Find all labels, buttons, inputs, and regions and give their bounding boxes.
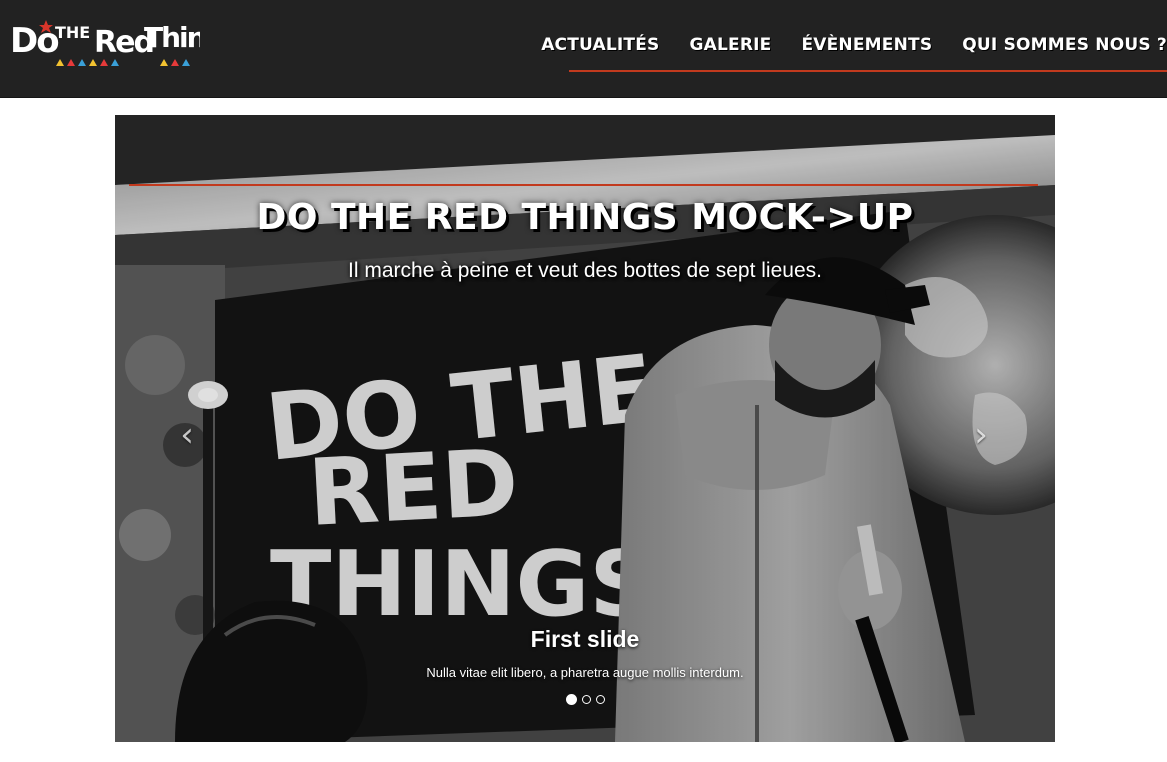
carousel-indicator-3[interactable]: [595, 695, 605, 704]
slide-caption-title: First slide: [530, 626, 640, 652]
svg-text:Do: Do: [10, 21, 58, 61]
carousel-next-button[interactable]: ›: [961, 415, 1001, 455]
nav-item-galerie[interactable]: GALERIE: [689, 30, 771, 60]
hero-carousel: DO THE RED THINGS DO THE RED THINGS: [115, 115, 1055, 742]
slide-caption: First slide Nulla vitae elit libero, a p…: [115, 625, 1055, 680]
brand-logo[interactable]: Do THE Red Thing: [10, 16, 200, 70]
brand-logo-image: Do THE Red Thing: [10, 20, 200, 66]
nav-item-evenements[interactable]: ÉVÈNEMENTS: [801, 30, 932, 60]
chevron-left-icon: ‹: [180, 415, 194, 455]
slide-caption-text: Nulla vitae elit libero, a pharetra augu…: [426, 665, 744, 680]
hero-title: DO THE RED THINGS MOCK->UP: [256, 197, 914, 238]
svg-text:Thing: Thing: [144, 21, 200, 54]
main-nav: ACTUALITÉS GALERIE ÉVÈNEMENTS QUI SOMMES…: [541, 30, 1167, 72]
nav-underline: [569, 70, 1167, 72]
nav-item-actualites[interactable]: ACTUALITÉS: [541, 30, 659, 60]
hero-subtitle: Il marche à peine et veut des bottes de …: [348, 259, 822, 282]
carousel-indicator-1[interactable]: [565, 694, 577, 705]
carousel-prev-button[interactable]: ‹: [167, 415, 207, 455]
carousel-indicators: [115, 694, 1055, 705]
hero-divider: [129, 184, 1038, 186]
nav-item-qui-sommes-nous[interactable]: QUI SOMMES NOUS ?: [962, 30, 1167, 60]
chevron-right-icon: ›: [974, 415, 988, 455]
carousel-indicator-2[interactable]: [581, 695, 591, 704]
top-navbar: Do THE Red Thing ACTUALITÉS GALERIE ÉVÈN…: [0, 0, 1167, 98]
svg-text:THE: THE: [55, 23, 90, 42]
